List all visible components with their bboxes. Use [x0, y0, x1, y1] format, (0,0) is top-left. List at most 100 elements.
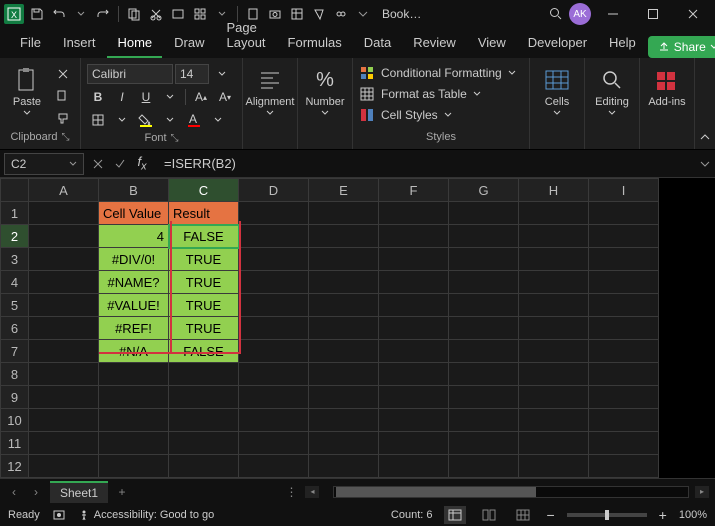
- save-icon[interactable]: [28, 5, 46, 23]
- select-all-corner[interactable]: [1, 179, 29, 202]
- page-layout-view-button[interactable]: [478, 506, 500, 524]
- increase-font-button[interactable]: A▴: [190, 87, 212, 107]
- name-box[interactable]: C2: [4, 153, 84, 175]
- cell-b2[interactable]: 4: [99, 225, 169, 248]
- qat-copy-icon[interactable]: [125, 5, 143, 23]
- col-header-a[interactable]: A: [29, 179, 99, 202]
- col-header-b[interactable]: B: [99, 179, 169, 202]
- font-launcher-icon[interactable]: ⤡: [171, 133, 179, 144]
- col-header-f[interactable]: F: [379, 179, 449, 202]
- row-header-1[interactable]: 1: [1, 202, 29, 225]
- font-color-dropdown[interactable]: [207, 110, 229, 130]
- qat-icon-2[interactable]: [191, 5, 209, 23]
- row-header-10[interactable]: 10: [1, 409, 29, 432]
- clipboard-launcher-icon[interactable]: ⤡: [62, 132, 70, 143]
- row-header-2[interactable]: 2: [1, 225, 29, 248]
- editing-button[interactable]: Editing: [591, 64, 633, 118]
- addins-button[interactable]: Add-ins: [646, 64, 688, 110]
- cells-button[interactable]: Cells: [536, 64, 578, 118]
- search-icon[interactable]: [547, 5, 565, 23]
- borders-dropdown[interactable]: [111, 110, 133, 130]
- tab-file[interactable]: File: [10, 29, 51, 58]
- zoom-out-button[interactable]: −: [546, 507, 554, 523]
- format-painter-button[interactable]: [52, 108, 74, 128]
- sheet-nav-next[interactable]: ›: [28, 485, 44, 499]
- hscroll-left[interactable]: ◂: [305, 486, 319, 498]
- italic-button[interactable]: I: [111, 87, 133, 107]
- hscroll-thumb[interactable]: [336, 487, 536, 497]
- cell-b5[interactable]: #VALUE!: [99, 294, 169, 317]
- qat-icon-6[interactable]: [332, 5, 350, 23]
- row-header-9[interactable]: 9: [1, 386, 29, 409]
- col-header-c[interactable]: C: [169, 179, 239, 202]
- tab-draw[interactable]: Draw: [164, 29, 214, 58]
- col-header-e[interactable]: E: [309, 179, 379, 202]
- borders-button[interactable]: [87, 110, 109, 130]
- cell-styles-button[interactable]: Cell Styles: [359, 106, 516, 124]
- tab-formulas[interactable]: Formulas: [278, 29, 352, 58]
- hscroll-right[interactable]: ▸: [695, 486, 709, 498]
- page-break-view-button[interactable]: [512, 506, 534, 524]
- tab-review[interactable]: Review: [403, 29, 466, 58]
- number-button[interactable]: % Number: [304, 64, 346, 118]
- avatar[interactable]: AK: [569, 3, 591, 25]
- tab-developer[interactable]: Developer: [518, 29, 597, 58]
- sheet-tab-1[interactable]: Sheet1: [50, 481, 108, 503]
- share-button[interactable]: Share: [648, 36, 715, 58]
- fill-color-button[interactable]: [135, 110, 157, 130]
- cell-b6[interactable]: #REF!: [99, 317, 169, 340]
- zoom-level[interactable]: 100%: [679, 509, 707, 521]
- cell-b1[interactable]: Cell Value: [99, 202, 169, 225]
- tab-home[interactable]: Home: [107, 29, 162, 58]
- format-as-table-button[interactable]: Format as Table: [359, 85, 516, 103]
- document-name[interactable]: Book…: [382, 7, 421, 21]
- underline-dropdown[interactable]: [159, 87, 181, 107]
- cut-icon[interactable]: [147, 5, 165, 23]
- cell-b4[interactable]: #NAME?: [99, 271, 169, 294]
- row-header-3[interactable]: 3: [1, 248, 29, 271]
- tab-data[interactable]: Data: [354, 29, 401, 58]
- undo-dropdown-icon[interactable]: [72, 5, 90, 23]
- cancel-formula-button[interactable]: [88, 154, 108, 174]
- add-sheet-button[interactable]: +: [114, 485, 130, 499]
- cell-b3[interactable]: #DIV/0!: [99, 248, 169, 271]
- cell-a1[interactable]: [29, 202, 99, 225]
- paste-button[interactable]: Paste: [6, 64, 48, 118]
- font-color-button[interactable]: A: [183, 110, 205, 130]
- col-header-g[interactable]: G: [449, 179, 519, 202]
- expand-formula-bar[interactable]: [695, 159, 715, 169]
- copy-button[interactable]: [52, 86, 74, 106]
- bold-button[interactable]: B: [87, 87, 109, 107]
- qat-icon-5[interactable]: [310, 5, 328, 23]
- qat-more-icon[interactable]: [354, 5, 372, 23]
- zoom-in-button[interactable]: +: [659, 507, 667, 523]
- font-size-select[interactable]: 14: [175, 64, 209, 84]
- row-header-8[interactable]: 8: [1, 363, 29, 386]
- decrease-font-button[interactable]: A▾: [214, 87, 236, 107]
- cell-b7[interactable]: #N/A: [99, 340, 169, 363]
- worksheet-grid[interactable]: A B C D E F G H I 1Cell ValueResult 24FA…: [0, 178, 715, 478]
- sheet-nav-prev[interactable]: ‹: [6, 485, 22, 499]
- formula-input[interactable]: =ISERR(B2): [158, 152, 695, 175]
- tab-help[interactable]: Help: [599, 29, 646, 58]
- underline-button[interactable]: U: [135, 87, 157, 107]
- enter-formula-button[interactable]: [110, 154, 130, 174]
- tab-insert[interactable]: Insert: [53, 29, 106, 58]
- col-header-i[interactable]: I: [589, 179, 659, 202]
- font-name-select[interactable]: Calibri: [87, 64, 173, 84]
- close-button[interactable]: [675, 0, 711, 28]
- row-header-12[interactable]: 12: [1, 455, 29, 478]
- qat-icon-4[interactable]: [288, 5, 306, 23]
- row-header-7[interactable]: 7: [1, 340, 29, 363]
- row-header-6[interactable]: 6: [1, 317, 29, 340]
- cell-d1[interactable]: [239, 202, 309, 225]
- collapse-ribbon-button[interactable]: [695, 58, 715, 149]
- col-header-d[interactable]: D: [239, 179, 309, 202]
- zoom-slider[interactable]: [567, 513, 647, 517]
- qat-icon-1[interactable]: [169, 5, 187, 23]
- macro-record-icon[interactable]: [52, 508, 66, 522]
- alignment-button[interactable]: Alignment: [249, 64, 291, 118]
- font-size-dropdown[interactable]: [211, 64, 233, 84]
- tab-view[interactable]: View: [468, 29, 516, 58]
- normal-view-button[interactable]: [444, 506, 466, 524]
